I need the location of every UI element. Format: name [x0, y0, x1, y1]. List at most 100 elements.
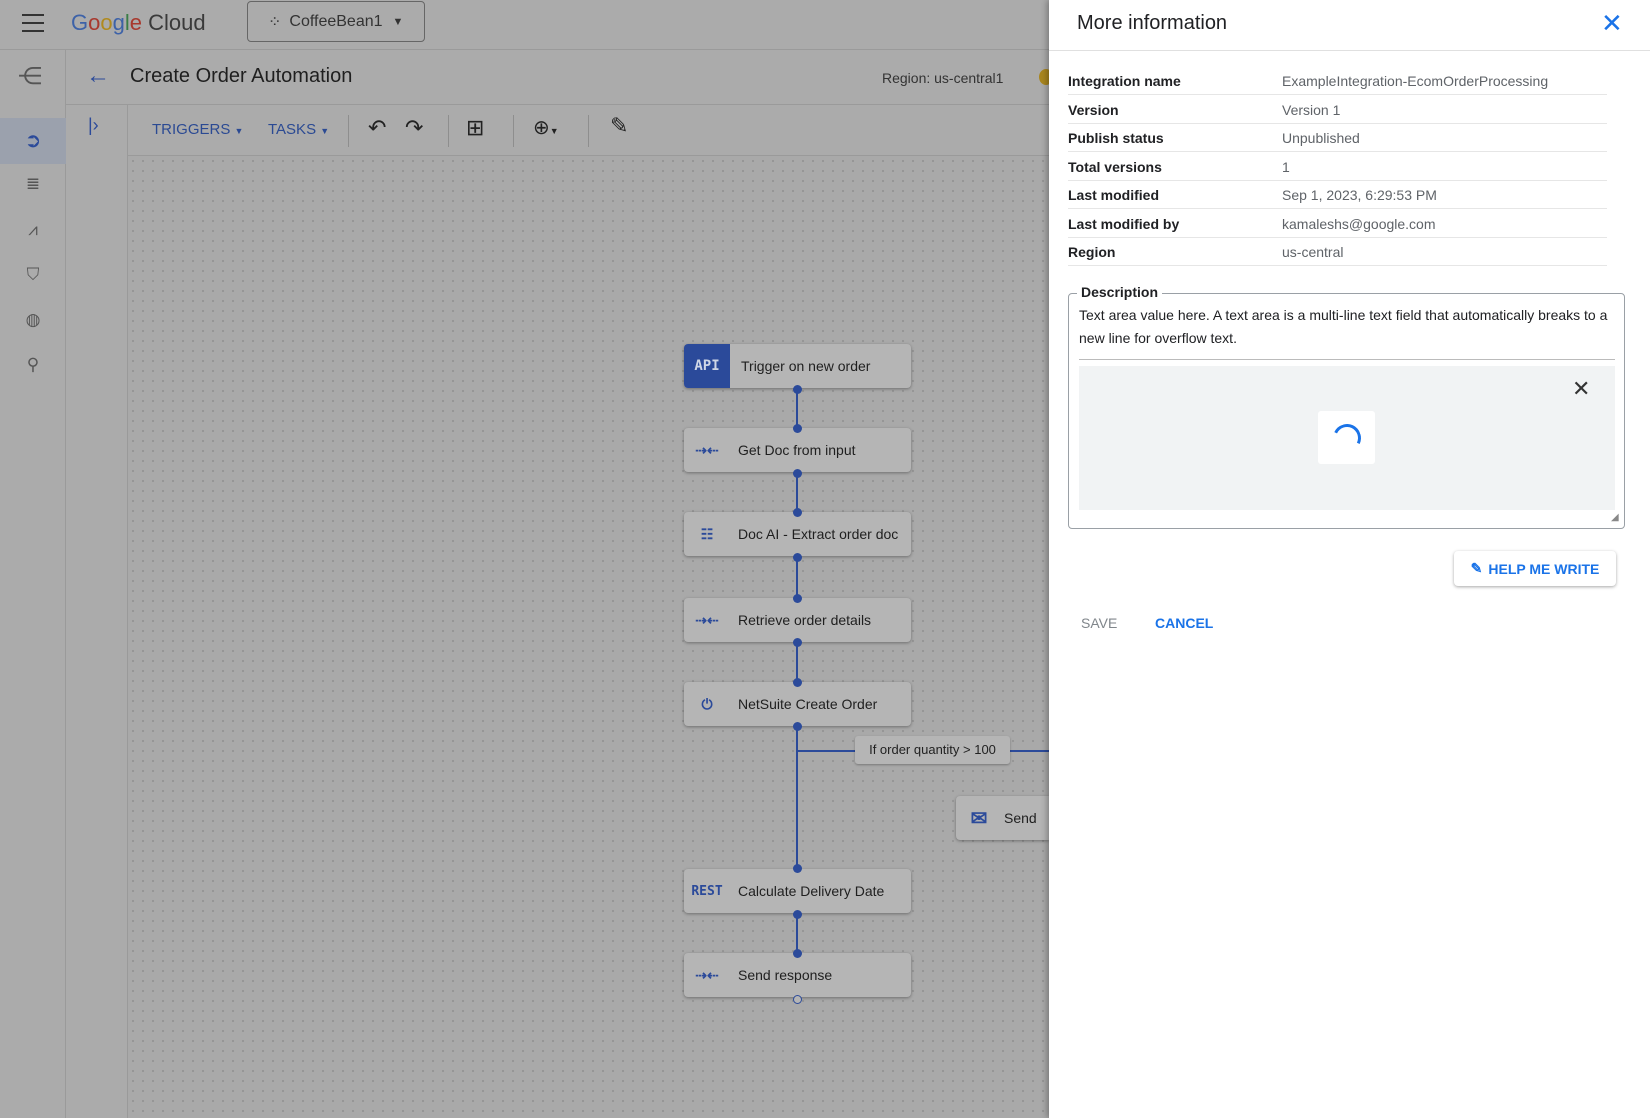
info-key: Last modified [1068, 187, 1160, 203]
project-name: CoffeeBean1 [289, 12, 383, 30]
panel-title: More information [1077, 12, 1228, 34]
flow-node-trigger[interactable]: API Trigger on new order [684, 344, 911, 388]
back-arrow-icon[interactable]: ← [86, 62, 110, 90]
connector-icon: ⏻ [701, 695, 713, 712]
data-mapping-icon: ⇢⇠ [695, 441, 719, 458]
port[interactable] [793, 553, 802, 562]
connector [796, 388, 798, 428]
divider [1049, 50, 1650, 51]
flow-node[interactable]: ⇢⇠ Send response [684, 953, 911, 997]
list-icon[interactable]: ≣ [22, 174, 44, 196]
node-label: Trigger on new order [741, 358, 871, 374]
dropdown-icon: ▼ [320, 126, 330, 136]
tasks-menu[interactable]: TASKS ▼ [268, 121, 329, 138]
left-rail: ⋲ ➲ ≣ ⩘ ⛉ ◍ ⚲ [0, 50, 66, 1118]
project-selector[interactable]: ⁘ CoffeeBean1 ▼ [247, 1, 425, 42]
data-mapping-icon: ⇢⇠ [695, 611, 719, 628]
port[interactable] [793, 638, 802, 647]
security-icon[interactable]: ⛉ [22, 265, 44, 287]
info-row: Total versions 1 [1068, 153, 1607, 181]
info-value: Unpublished [1282, 130, 1360, 146]
node-label: Get Doc from input [738, 442, 856, 458]
magic-edit-icon: ✎ [1470, 560, 1483, 576]
divider [448, 115, 449, 147]
tools-icon[interactable]: ⚲ [22, 355, 44, 377]
page-header: ← Create Order Automation Region: us-cen… [66, 50, 1053, 105]
flow-node[interactable]: ☷ Doc AI - Extract order doc [684, 512, 911, 556]
port[interactable] [793, 995, 802, 1004]
toolbar: TRIGGERS ▼ TASKS ▼ ↶ ↷ ⊞ ⊕▼ ✎ [128, 105, 1049, 156]
info-value: ExampleIntegration-EcomOrderProcessing [1282, 73, 1549, 89]
triggers-menu[interactable]: TRIGGERS ▼ [152, 121, 243, 138]
info-key: Region [1068, 244, 1116, 260]
branch-condition-label[interactable]: If order quantity > 100 [855, 736, 1010, 764]
info-row: Last modified Sep 1, 2023, 6:29:53 PM [1068, 181, 1607, 209]
google-cloud-logo[interactable]: Google Cloud [71, 10, 206, 36]
page-title: Create Order Automation [130, 65, 353, 87]
port[interactable] [793, 508, 802, 517]
menu-icon[interactable] [22, 14, 44, 32]
integrations-logo-icon: ⋲ [18, 63, 42, 90]
button-label: HELP ME WRITE [1488, 560, 1600, 577]
node-label: NetSuite Create Order [738, 696, 878, 712]
redo-icon[interactable]: ↷ [405, 115, 423, 141]
info-value: us-central [1282, 244, 1344, 260]
connector [796, 472, 798, 512]
flow-node[interactable]: REST Calculate Delivery Date [684, 869, 911, 913]
port[interactable] [793, 385, 802, 394]
magic-edit-icon[interactable]: ✎ [610, 113, 628, 139]
info-value: Sep 1, 2023, 6:29:53 PM [1282, 187, 1437, 203]
node-label: Retrieve order details [738, 612, 872, 628]
flow-node[interactable]: ⏻ NetSuite Create Order [684, 682, 911, 726]
auto-layout-icon[interactable]: ⊞ [466, 115, 484, 141]
connector [796, 913, 798, 953]
connector [796, 642, 798, 682]
port[interactable] [793, 594, 802, 603]
flow-node[interactable]: ⇢⇠ Get Doc from input [684, 428, 911, 472]
flow-node-send[interactable]: ✉ Send [956, 796, 1049, 840]
divider [513, 115, 514, 147]
zoom-icon[interactable]: ⊕▼ [533, 115, 559, 140]
port[interactable] [793, 424, 802, 433]
info-key: Last modified by [1068, 215, 1180, 232]
api-icon: API [684, 344, 730, 388]
description-field[interactable]: Description Text area value here. A text… [1068, 284, 1625, 529]
save-button[interactable]: SAVE [1081, 615, 1117, 631]
description-label: Description [1077, 284, 1163, 300]
info-row: Publish status Unpublished [1068, 124, 1607, 152]
dropdown-icon: ▼ [234, 126, 244, 136]
loading-spinner [1318, 411, 1375, 464]
node-label: Calculate Delivery Date [738, 883, 885, 899]
divider [1079, 359, 1615, 360]
info-value: 1 [1282, 158, 1290, 175]
close-icon[interactable]: ✕ [1572, 376, 1590, 402]
globe-icon[interactable]: ◍ [22, 310, 44, 332]
node-label: Send response [738, 967, 833, 983]
description-text[interactable]: Text area value here. A text area is a m… [1079, 304, 1615, 350]
rest-icon: REST [691, 883, 723, 899]
help-me-write-button[interactable]: ✎ HELP ME WRITE [1454, 551, 1616, 586]
more-information-panel: More information ✕ Integration name Examp… [1049, 0, 1650, 1118]
mail-icon: ✉ [970, 807, 988, 830]
port[interactable] [793, 722, 802, 731]
divider [348, 115, 349, 147]
info-key: Integration name [1068, 73, 1181, 89]
info-row: Region us-central [1068, 238, 1607, 266]
undo-icon[interactable]: ↶ [368, 115, 386, 141]
chevron-down-icon: ▼ [392, 15, 404, 28]
port[interactable] [793, 910, 802, 919]
flow-node[interactable]: ⇢⇠ Retrieve order details [684, 598, 911, 642]
analytics-icon[interactable]: ⩘ [22, 220, 44, 242]
port[interactable] [793, 678, 802, 687]
info-row: Integration name ExampleIntegration-EcomO… [1068, 67, 1607, 95]
cancel-button[interactable]: CANCEL [1155, 615, 1213, 631]
rail-item-integrations[interactable]: ➲ [0, 118, 66, 164]
port[interactable] [793, 864, 802, 873]
top-bar: Google Cloud ⁘ CoffeeBean1 ▼ [0, 0, 1049, 50]
close-icon[interactable]: ✕ [1601, 8, 1623, 39]
port[interactable] [793, 469, 802, 478]
region-label: Region: us-central1 [882, 70, 1004, 86]
resize-handle-icon[interactable]: ◢ [1611, 512, 1619, 523]
expand-panel-icon[interactable]: |› [88, 115, 99, 136]
port[interactable] [793, 949, 802, 958]
